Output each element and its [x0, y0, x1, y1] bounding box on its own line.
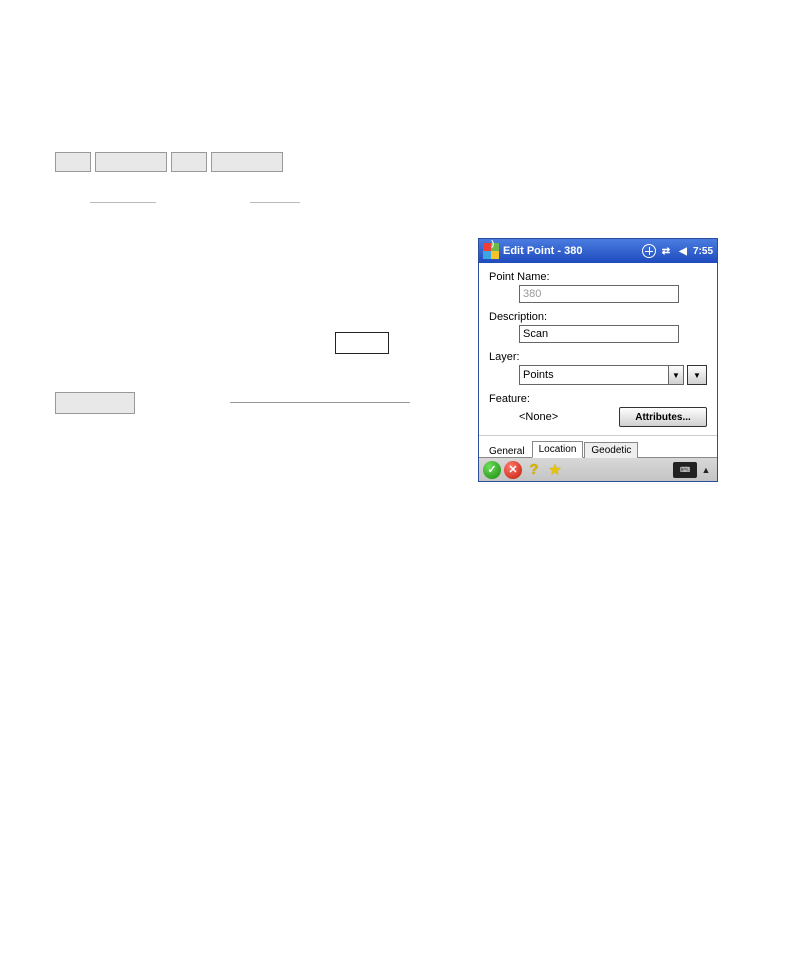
placeholder-lower-line: [230, 402, 410, 403]
layer-dropdown-button[interactable]: ▼: [669, 365, 684, 385]
placeholder-lower-box: [55, 392, 135, 414]
form-body: Point Name: Description: Layer: Points ▼…: [479, 263, 717, 435]
bottom-toolbar: ✓ ✕ ? ★ ⌨ ▲: [479, 457, 717, 481]
keyboard-icon[interactable]: ⌨: [673, 462, 697, 478]
tab-geodetic[interactable]: Geodetic: [584, 442, 638, 458]
speaker-icon[interactable]: [676, 244, 690, 258]
feature-value: <None>: [519, 411, 619, 423]
system-tray: 7:55: [642, 244, 713, 258]
cancel-button[interactable]: ✕: [504, 461, 522, 479]
feature-label: Feature:: [489, 393, 707, 405]
window-title: Edit Point - 380: [503, 245, 642, 257]
tab-bar: General Location Geodetic: [479, 435, 717, 457]
connectivity-icon[interactable]: [659, 244, 673, 258]
up-arrow-icon[interactable]: ▲: [699, 462, 713, 478]
ok-button[interactable]: ✓: [483, 461, 501, 479]
point-name-label: Point Name:: [489, 271, 707, 283]
placeholder-lines: [90, 190, 300, 208]
placeholder-box: [55, 152, 91, 172]
tab-general[interactable]: General: [483, 444, 531, 459]
layer-select[interactable]: Points: [519, 365, 669, 385]
favorites-button[interactable]: ★: [546, 461, 564, 479]
status-icon[interactable]: [642, 244, 656, 258]
attributes-button[interactable]: Attributes...: [619, 407, 707, 427]
point-name-input: [519, 285, 679, 303]
placeholder-top-boxes: [55, 152, 283, 172]
tab-location[interactable]: Location: [532, 441, 584, 458]
placeholder-box: [171, 152, 207, 172]
description-input[interactable]: [519, 325, 679, 343]
layer-select-value: Points: [523, 369, 554, 381]
description-label: Description:: [489, 311, 707, 323]
pda-window: Edit Point - 380 7:55 Point Name: Descri…: [478, 238, 718, 482]
placeholder-box: [95, 152, 167, 172]
title-bar: Edit Point - 380 7:55: [479, 239, 717, 263]
clock[interactable]: 7:55: [693, 246, 713, 257]
layer-label: Layer:: [489, 351, 707, 363]
help-button[interactable]: ?: [525, 461, 543, 479]
placeholder-box: [211, 152, 283, 172]
layer-browse-button[interactable]: ▼: [687, 365, 707, 385]
placeholder-mid-box: [335, 332, 389, 354]
